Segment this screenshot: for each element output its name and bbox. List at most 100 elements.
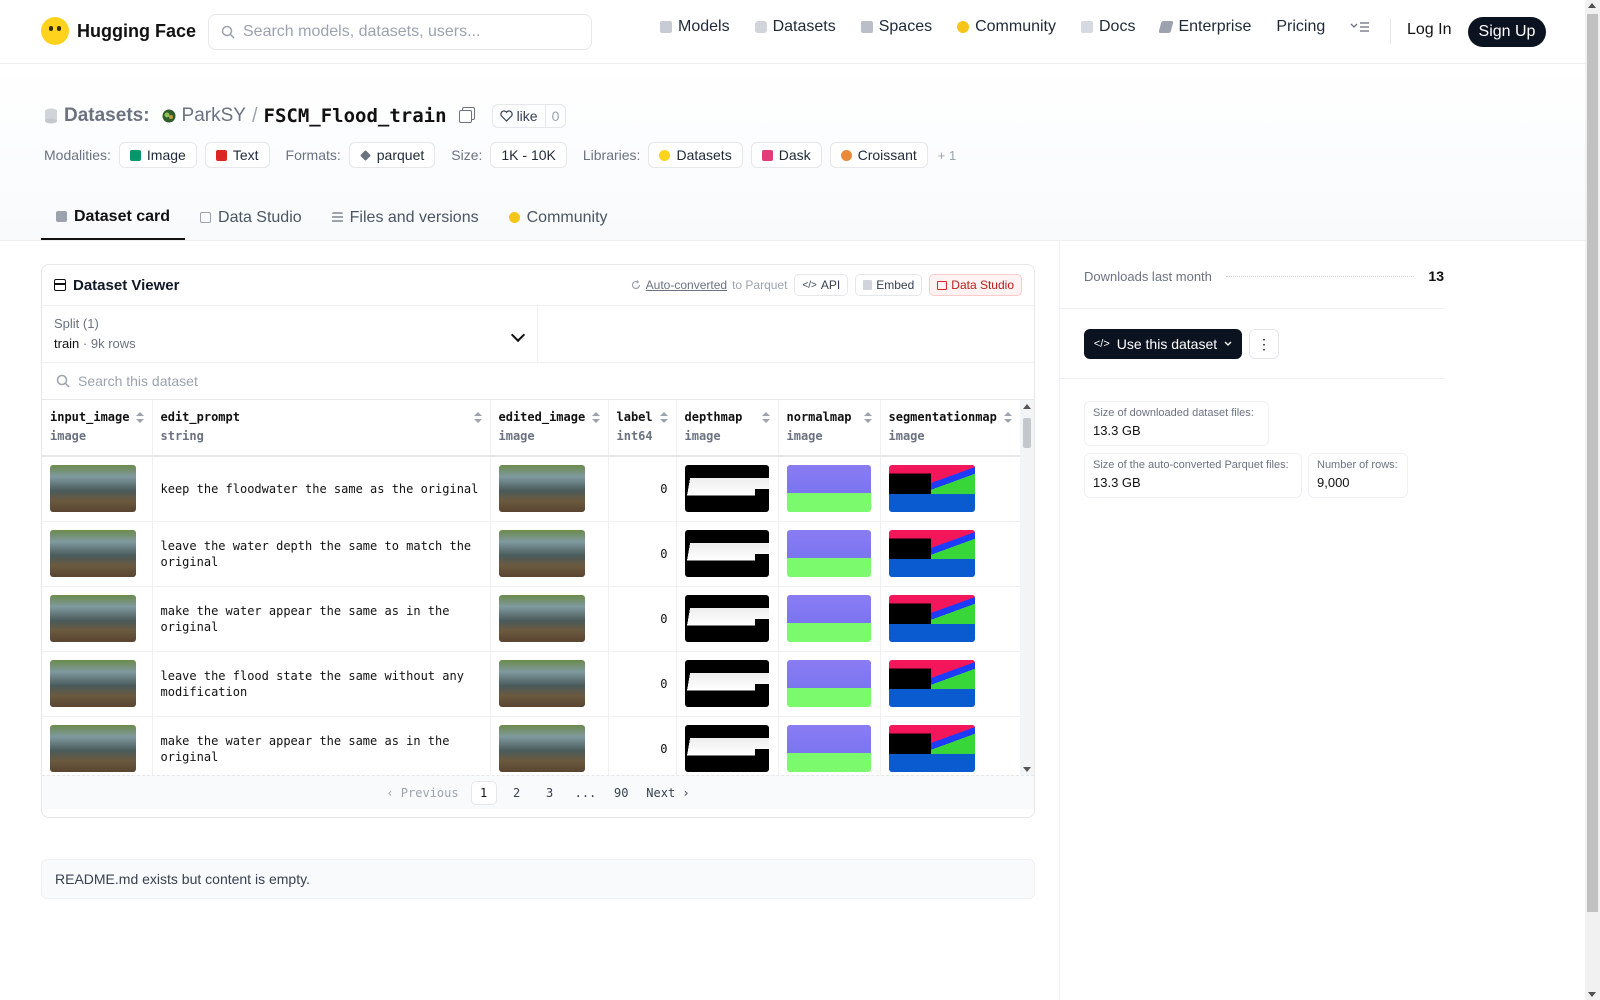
input-image-thumbnail[interactable] — [50, 660, 136, 707]
more-tags[interactable]: + 1 — [938, 148, 956, 163]
tag-text[interactable]: Text — [204, 142, 270, 168]
global-search-input[interactable] — [243, 23, 591, 41]
scroll-down-icon[interactable] — [1023, 767, 1031, 772]
nav-enterprise[interactable]: Enterprise — [1158, 18, 1251, 36]
normalmap-thumbnail[interactable] — [786, 530, 871, 577]
edited-image-thumbnail[interactable] — [498, 595, 585, 642]
input-image-thumbnail[interactable] — [50, 725, 136, 772]
tab-data-studio[interactable]: Data Studio — [185, 195, 317, 240]
segmentationmap-thumbnail[interactable] — [888, 595, 975, 642]
depthmap-thumbnail[interactable] — [684, 465, 769, 513]
owner-link[interactable]: ParkSY — [182, 105, 246, 127]
edited-image-thumbnail[interactable] — [498, 530, 585, 577]
table-row[interactable]: make the water appear the same as in the… — [42, 716, 1021, 775]
scroll-down-icon[interactable] — [1588, 992, 1596, 997]
edited-image-thumbnail[interactable] — [498, 660, 585, 707]
nav-datasets[interactable]: Datasets — [754, 18, 836, 36]
column-header[interactable]: edited_image image — [490, 400, 609, 457]
normalmap-thumbnail[interactable] — [786, 595, 871, 642]
label-cell[interactable]: 0 — [608, 521, 677, 587]
segmentationmap-thumbnail[interactable] — [888, 725, 975, 772]
tag-parquet[interactable]: parquet — [348, 142, 436, 168]
label-cell[interactable]: 0 — [608, 456, 677, 522]
scroll-up-icon[interactable] — [1023, 404, 1031, 409]
page-scrollbar[interactable] — [1585, 0, 1600, 1000]
depthmap-thumbnail[interactable] — [684, 530, 769, 577]
more-options-button[interactable]: ⋮ — [1249, 329, 1279, 359]
sort-icon[interactable] — [761, 412, 770, 424]
tag-size[interactable]: 1K - 10K — [490, 142, 567, 168]
nav-more-menu[interactable] — [1350, 21, 1370, 33]
tab-dataset-card[interactable]: Dataset card — [41, 195, 186, 240]
normalmap-thumbnail[interactable] — [786, 465, 871, 513]
nav-pricing[interactable]: Pricing — [1276, 18, 1325, 36]
tag-croissant[interactable]: Croissant — [829, 142, 928, 168]
input-image-thumbnail[interactable] — [50, 465, 136, 513]
edit-prompt-cell[interactable]: keep the floodwater the same as the orig… — [152, 456, 491, 522]
table-row[interactable]: keep the floodwater the same as the orig… — [42, 456, 1021, 522]
page-button[interactable]: 90 — [608, 781, 634, 805]
column-header[interactable]: label int64 — [608, 400, 677, 457]
dataset-name[interactable]: FSCM_Flood_train — [264, 105, 447, 127]
normalmap-thumbnail[interactable] — [786, 725, 871, 772]
input-image-thumbnail[interactable] — [50, 530, 136, 577]
segmentationmap-thumbnail[interactable] — [888, 530, 975, 577]
api-button[interactable]: </> API — [794, 274, 849, 296]
nav-docs[interactable]: Docs — [1081, 18, 1135, 36]
next-page-button[interactable]: Next › — [641, 781, 694, 805]
table-scrollbar[interactable] — [1020, 400, 1034, 775]
like-button[interactable]: like 0 — [491, 104, 567, 128]
table-row[interactable]: make the water appear the same as in the… — [42, 586, 1021, 652]
column-header[interactable]: normalmap image — [778, 400, 881, 457]
input-image-thumbnail[interactable] — [50, 595, 136, 642]
tab-files[interactable]: Files and versions — [317, 195, 494, 240]
data-studio-button[interactable]: Data Studio — [929, 274, 1022, 296]
column-header[interactable]: edit_prompt string — [152, 400, 491, 457]
label-cell[interactable]: 0 — [608, 586, 677, 652]
tab-community[interactable]: Community — [494, 195, 623, 240]
sort-icon[interactable] — [135, 412, 144, 424]
nav-community[interactable]: Community — [957, 18, 1056, 36]
section-label[interactable]: Datasets: — [64, 105, 150, 127]
depthmap-thumbnail[interactable] — [684, 660, 769, 707]
sort-icon[interactable] — [1003, 412, 1012, 424]
brand-logo[interactable]: Hugging Face — [41, 17, 196, 45]
sort-icon[interactable] — [659, 412, 668, 424]
edit-prompt-cell[interactable]: leave the water depth the same to match … — [152, 521, 491, 587]
use-this-dataset-button[interactable]: </> Use this dataset — [1084, 329, 1242, 359]
signup-button[interactable]: Sign Up — [1468, 17, 1546, 47]
sort-icon[interactable] — [473, 412, 482, 424]
edited-image-thumbnail[interactable] — [498, 465, 585, 513]
normalmap-thumbnail[interactable] — [786, 660, 871, 707]
edit-prompt-cell[interactable]: make the water appear the same as in the… — [152, 716, 491, 775]
tag-datasets-lib[interactable]: Datasets — [648, 142, 743, 168]
column-header[interactable]: segmentationmap image — [880, 400, 1021, 457]
nav-models[interactable]: Models — [660, 18, 730, 36]
page-button[interactable]: 1 — [470, 780, 497, 805]
prev-page-button[interactable]: ‹ Previous — [381, 781, 463, 805]
table-scroll-thumb[interactable] — [1023, 418, 1031, 448]
depthmap-thumbnail[interactable] — [684, 725, 769, 772]
page-button[interactable]: 3 — [537, 781, 563, 805]
nav-spaces[interactable]: Spaces — [860, 18, 932, 36]
autoconverted-link[interactable]: Auto-converted — [646, 278, 727, 292]
table-row[interactable]: leave the water depth the same to match … — [42, 521, 1021, 587]
login-link[interactable]: Log In — [1407, 21, 1451, 39]
edit-prompt-cell[interactable]: make the water appear the same as in the… — [152, 586, 491, 652]
table-row[interactable]: leave the flood state the same without a… — [42, 651, 1021, 717]
page-scroll-thumb[interactable] — [1587, 14, 1598, 912]
copy-icon[interactable] — [458, 109, 472, 123]
scroll-up-icon[interactable] — [1588, 3, 1596, 8]
embed-button[interactable]: Embed — [855, 274, 923, 296]
label-cell[interactable]: 0 — [608, 716, 677, 775]
split-selector[interactable]: Split (1) train · 9k rows — [42, 306, 538, 362]
sort-icon[interactable] — [591, 412, 600, 424]
column-header[interactable]: input_image image — [42, 400, 153, 457]
segmentationmap-thumbnail[interactable] — [888, 465, 975, 513]
tag-dask[interactable]: Dask — [750, 142, 822, 168]
label-cell[interactable]: 0 — [608, 651, 677, 717]
segmentationmap-thumbnail[interactable] — [888, 660, 975, 707]
page-button[interactable]: 2 — [504, 781, 530, 805]
sort-icon[interactable] — [863, 412, 872, 424]
column-header[interactable]: depthmap image — [676, 400, 779, 457]
